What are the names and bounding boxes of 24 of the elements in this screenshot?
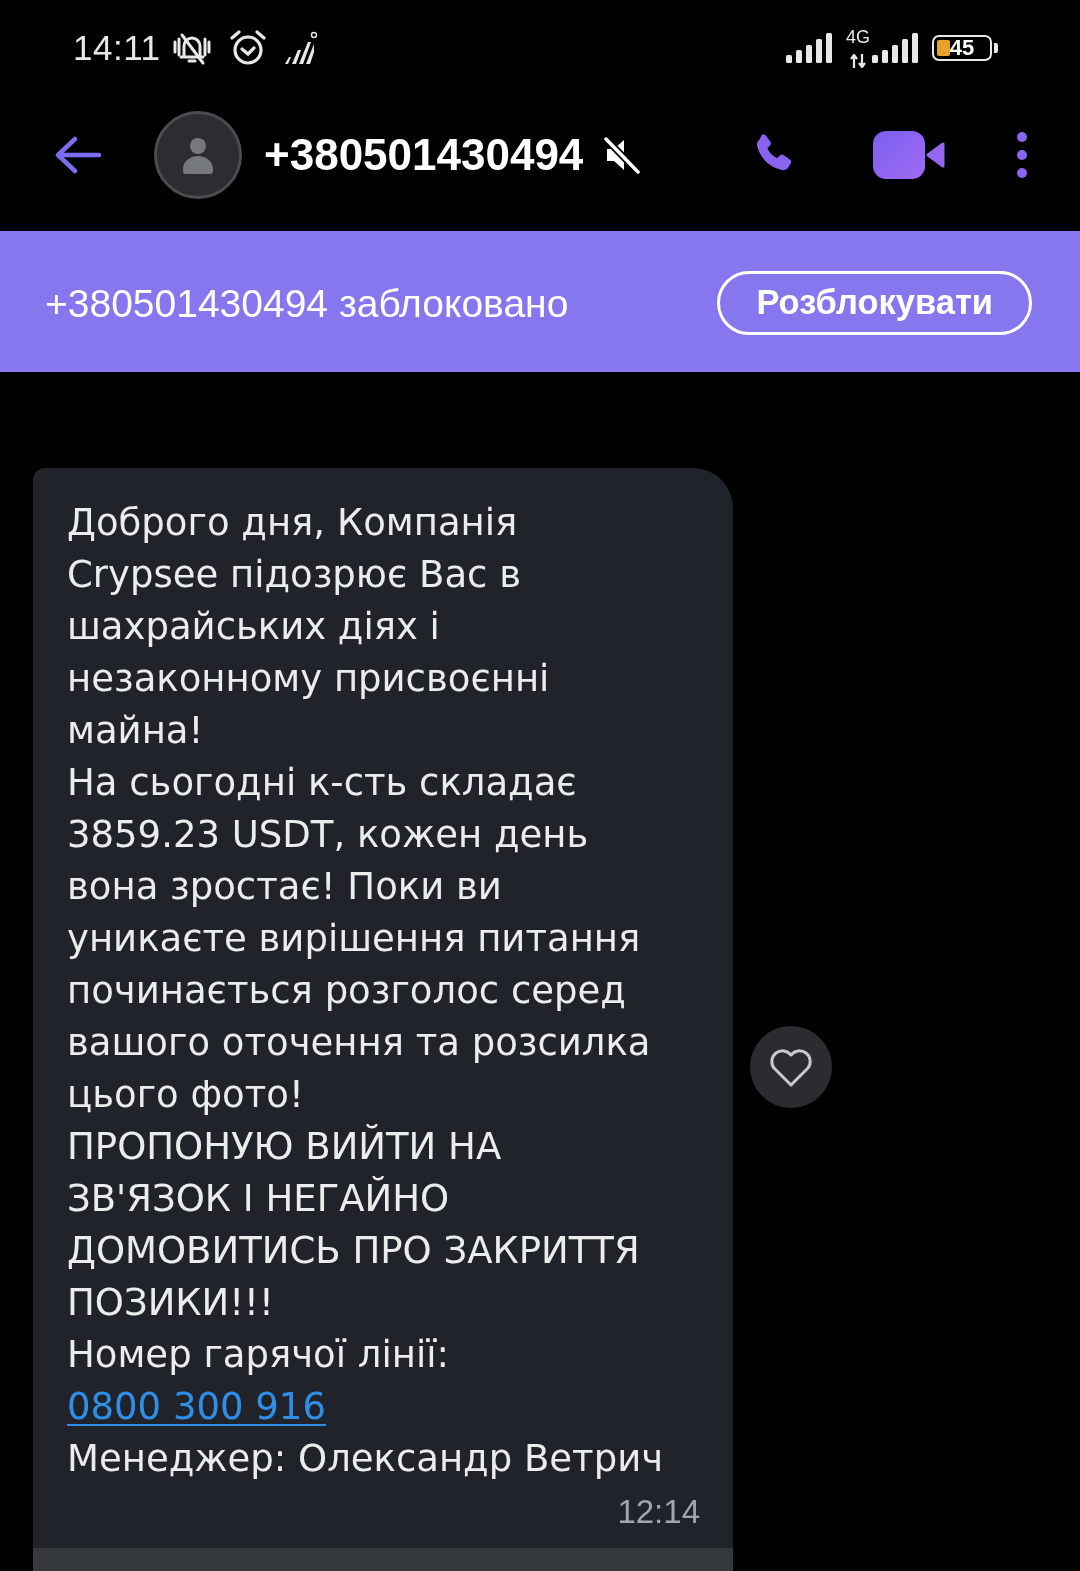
- message-text: Доброго дня, Компанія Crypsee підозрює Вас в шахрайських діях і незаконному присвоєнні майна!: [67, 500, 551, 754]
- video-camera-icon[interactable]: [873, 131, 945, 179]
- message-time: 12:14: [617, 1493, 700, 1531]
- message-text: Номер гарячої лінії: 0800 300 916: [67, 1332, 450, 1430]
- alarm-clock-icon: [228, 29, 267, 67]
- contact-title[interactable]: +380501430494: [264, 112, 584, 198]
- battery-charge-fill: [937, 40, 950, 56]
- message-text: ПРОПОНУЮ ВИЙТИ НА ЗВ'ЯЗОК І НЕГАЙНО ДОМОВИТИСЬ ПРО ЗАКРИТТЯ ПОЗИКИ!!!: [67, 1123, 641, 1326]
- back-arrow-icon[interactable]: [55, 136, 101, 174]
- battery-level-text: 45: [949, 37, 975, 59]
- network-type-label: 4G: [846, 28, 870, 46]
- message-text: На сьогодні к-сть складає 3859.23 USDT, кожен день вона зростає! Поки ви уникаєте вирішення питання починається розголос серед вашого оточення та розсилка цього фото!: [67, 760, 652, 1118]
- unblock-button[interactable]: Розблокувати: [717, 270, 1032, 335]
- blocked-notice: +380501430494 заблоковано: [45, 281, 569, 326]
- slanted-bars-icon: [282, 30, 317, 66]
- more-options-icon[interactable]: [1016, 132, 1028, 178]
- message-text: Менеджер: Олександр Ветрич: [67, 1436, 665, 1482]
- signal-bars-icon: [872, 33, 918, 63]
- data-arrows-icon: [850, 54, 866, 68]
- signal-bars-icon: [786, 33, 834, 63]
- heart-reaction-icon[interactable]: [750, 1026, 832, 1108]
- phone-number-link[interactable]: 0800 300 916: [67, 1385, 326, 1428]
- contact-avatar-icon[interactable]: [154, 111, 242, 199]
- status-time: 14:11: [73, 28, 161, 68]
